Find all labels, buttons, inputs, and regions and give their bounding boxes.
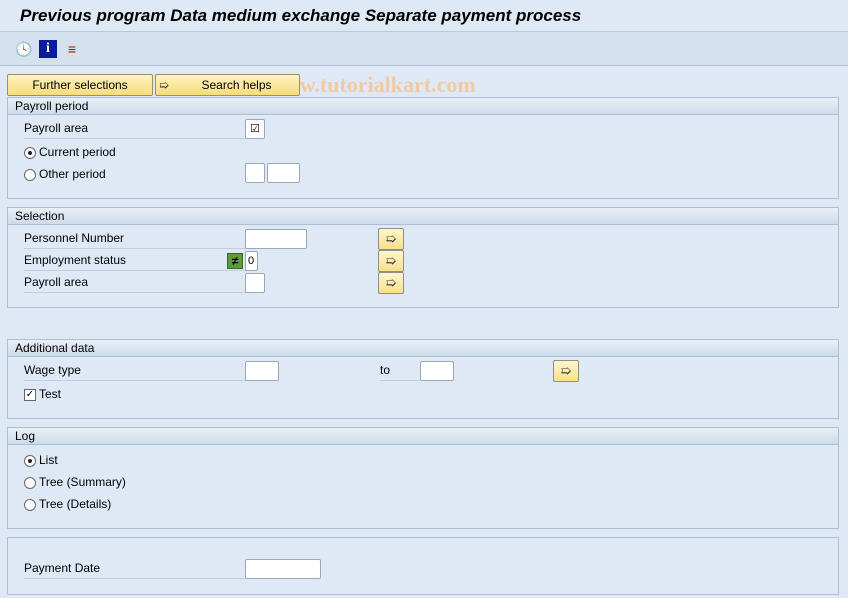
group-header: Additional data <box>8 340 838 357</box>
payroll-area-input[interactable] <box>245 273 265 293</box>
payment-date-input[interactable] <box>245 559 321 579</box>
to-label: to <box>380 361 420 381</box>
multiple-selection-button[interactable]: ➯ <box>378 228 404 250</box>
variant-icon[interactable]: ≡ <box>63 40 81 58</box>
tree-details-label: Tree (Details) <box>39 497 112 511</box>
multiple-selection-button[interactable]: ➯ <box>553 360 579 382</box>
year-input[interactable] <box>267 163 300 183</box>
other-period-radio[interactable]: Other period <box>24 165 106 183</box>
group-header: Log <box>8 428 838 445</box>
further-selections-button[interactable]: Further selections <box>7 74 153 96</box>
payroll-period-group: Payroll period Payroll area ☑ Current pe… <box>7 97 839 199</box>
period-input[interactable] <box>245 163 265 183</box>
log-group: Log List Tree (Summary) Tree (Details) <box>7 427 839 529</box>
employment-status-input[interactable]: 0 <box>245 251 258 271</box>
list-radio[interactable]: List <box>24 451 58 469</box>
group-header: Payroll period <box>8 98 838 115</box>
info-icon[interactable]: i <box>39 40 57 58</box>
additional-data-group: Additional data Wage type to ➯ ✓ Test <box>7 339 839 419</box>
payroll-area-label: Payroll area <box>24 273 246 293</box>
execute-clock-icon[interactable]: 🕓 <box>15 40 33 58</box>
wage-type-from-input[interactable] <box>245 361 279 381</box>
wage-type-label: Wage type <box>24 361 246 381</box>
personnel-number-input[interactable] <box>245 229 307 249</box>
personnel-number-label: Personnel Number <box>24 229 246 249</box>
page-title: Previous program Data medium exchange Se… <box>20 6 582 25</box>
current-period-radio[interactable]: Current period <box>24 143 116 161</box>
current-period-label: Current period <box>39 145 116 159</box>
group-header: Selection <box>8 208 838 225</box>
search-helps-label: Search helps <box>201 78 272 92</box>
title-bar: Previous program Data medium exchange Se… <box>0 0 848 32</box>
multiple-selection-button[interactable]: ➯ <box>378 272 404 294</box>
tree-summary-label: Tree (Summary) <box>39 475 126 489</box>
test-checkbox[interactable]: ✓ Test <box>24 385 61 403</box>
tree-summary-radio[interactable]: Tree (Summary) <box>24 473 126 491</box>
payroll-area-label: Payroll area <box>24 119 246 139</box>
payment-group: Payment Date <box>7 537 839 595</box>
test-label: Test <box>39 387 62 401</box>
employment-status-label: Employment status <box>24 251 246 271</box>
payroll-area-checkbox[interactable]: ☑ <box>245 119 265 139</box>
wage-type-to-input[interactable] <box>420 361 454 381</box>
tree-details-radio[interactable]: Tree (Details) <box>24 495 111 513</box>
not-equal-icon[interactable]: ≠ <box>227 253 243 269</box>
arrow-right-icon: ➯ <box>159 78 170 92</box>
payment-date-label: Payment Date <box>24 559 246 579</box>
selection-group: Selection Personnel Number ➯ Employment … <box>7 207 839 308</box>
list-label: List <box>39 453 58 467</box>
application-toolbar: 🕓 i ≡ © www.tutorialkart.com <box>0 32 848 97</box>
multiple-selection-button[interactable]: ➯ <box>378 250 404 272</box>
search-helps-button[interactable]: ➯ Search helps <box>155 74 300 96</box>
other-period-label: Other period <box>39 167 106 181</box>
